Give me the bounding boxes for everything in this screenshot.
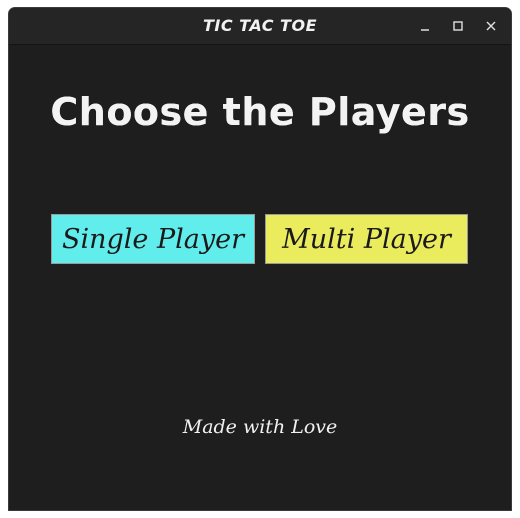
single-player-label: Single Player <box>61 223 245 255</box>
close-button[interactable] <box>481 16 501 36</box>
title-bar[interactable]: TIC TAC TOE <box>9 8 511 45</box>
maximize-button[interactable] <box>448 16 468 36</box>
minimize-button[interactable] <box>415 16 435 36</box>
minimize-icon <box>421 29 429 31</box>
app-window: TIC TAC TOE Choose the Players Single Pl… <box>9 8 511 510</box>
footer-credit: Made with Love <box>182 416 338 438</box>
page-title: Choose the Players <box>50 90 470 134</box>
multi-player-label: Multi Player <box>282 223 451 255</box>
single-player-button[interactable]: Single Player <box>51 214 255 264</box>
close-icon <box>486 21 496 31</box>
maximize-icon <box>453 21 463 31</box>
window-title: TIC TAC TOE <box>203 16 317 35</box>
multi-player-button[interactable]: Multi Player <box>265 214 468 264</box>
